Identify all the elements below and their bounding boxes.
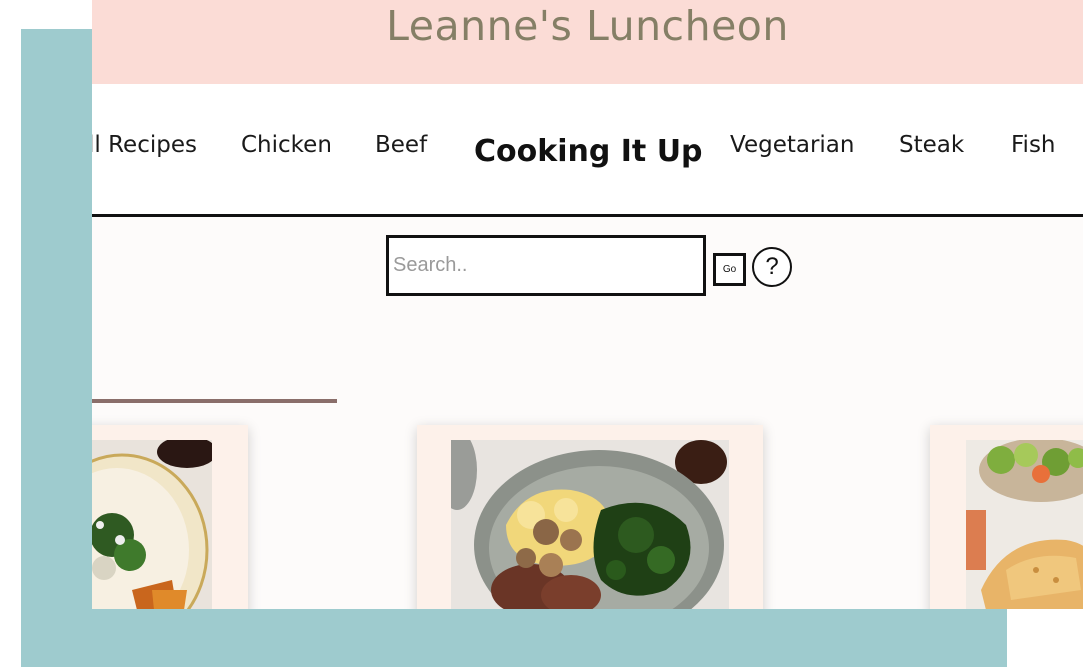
nav-beef[interactable]: Beef — [375, 132, 427, 158]
recipe-card[interactable] — [417, 425, 763, 609]
section-divider — [92, 399, 337, 403]
site-banner: Leanne's Luncheon — [92, 0, 1083, 84]
main-navigation: ll Recipes Chicken Beef Cooking It Up Ve… — [92, 84, 1083, 214]
nav-divider — [92, 214, 1083, 217]
go-button[interactable]: Go — [713, 253, 746, 286]
nav-vegetarian[interactable]: Vegetarian — [730, 132, 854, 158]
recipe-card[interactable] — [930, 425, 1083, 609]
search-input[interactable] — [386, 235, 706, 296]
website-page: Leanne's Luncheon ll Recipes Chicken Bee… — [92, 0, 1083, 609]
nav-brand-logo[interactable]: Cooking It Up — [474, 134, 703, 169]
recipe-image-salad-plate[interactable] — [92, 440, 212, 609]
nav-steak[interactable]: Steak — [899, 132, 964, 158]
recipe-image-salad-bread[interactable] — [966, 440, 1083, 609]
nav-all-recipes[interactable]: ll Recipes — [92, 132, 197, 158]
nav-chicken[interactable]: Chicken — [241, 132, 332, 158]
help-icon[interactable]: ? — [752, 247, 792, 287]
nav-fish[interactable]: Fish — [1011, 132, 1056, 158]
recipe-card[interactable] — [92, 425, 248, 609]
site-title: Leanne's Luncheon — [386, 2, 789, 50]
recipe-image-steak-plate[interactable] — [451, 440, 729, 609]
